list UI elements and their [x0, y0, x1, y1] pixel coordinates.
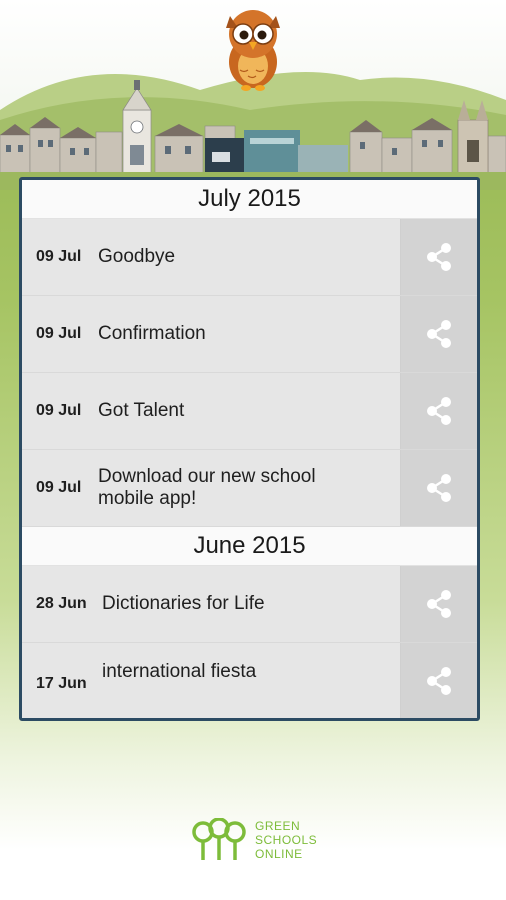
news-item-title: Goodbye — [98, 246, 176, 267]
news-item[interactable]: 09 Jul Got Talent — [22, 373, 477, 450]
month-header: July 2015 — [22, 180, 477, 219]
logo-text-line: GREEN — [255, 819, 301, 833]
share-button[interactable] — [400, 373, 477, 449]
news-item-content[interactable]: 09 Jul Goodbye — [22, 219, 400, 295]
share-button[interactable] — [400, 643, 477, 718]
news-list-panel: July 2015 09 Jul Goodbye 09 Jul Confirma… — [19, 177, 480, 721]
news-item-title: Dictionaries for Life — [102, 593, 265, 614]
news-item-content[interactable]: 09 Jul Got Talent — [22, 373, 400, 449]
news-item-title: Download our new school mobile app! — [98, 466, 316, 509]
month-header: June 2015 — [22, 527, 477, 566]
share-icon — [427, 474, 451, 502]
news-item[interactable]: 09 Jul Confirmation — [22, 296, 477, 373]
share-icon — [427, 397, 451, 425]
share-button[interactable] — [400, 450, 477, 526]
green-schools-online-logo: GREEN SCHOOLS ONLINE — [191, 818, 317, 862]
logo-text: GREEN SCHOOLS ONLINE — [255, 819, 317, 861]
news-item-date: 09 Jul — [36, 402, 82, 419]
news-item[interactable]: 17 Jun international fiesta — [22, 643, 477, 718]
share-icon — [427, 320, 451, 348]
news-item-date: 09 Jul — [36, 479, 82, 496]
news-item-content[interactable]: 17 Jun international fiesta — [22, 643, 400, 718]
news-item-date: 28 Jun — [36, 595, 87, 612]
share-icon — [427, 590, 451, 618]
share-icon — [427, 667, 451, 695]
news-item-date: 09 Jul — [36, 248, 82, 265]
news-item-content[interactable]: 28 Jun Dictionaries for Life — [22, 566, 400, 642]
news-item-date: 09 Jul — [36, 325, 82, 342]
news-item-content[interactable]: 09 Jul Download our new school mobile ap… — [22, 450, 400, 526]
share-icon — [427, 243, 451, 271]
news-item-title: international fiesta — [102, 661, 257, 682]
owl-mascot-icon — [226, 10, 280, 91]
tree-logo-icon — [192, 818, 246, 860]
news-item-content[interactable]: 09 Jul Confirmation — [22, 296, 400, 372]
news-item-title: Confirmation — [98, 323, 206, 344]
logo-text-line: ONLINE — [255, 847, 303, 861]
news-item-title: Got Talent — [98, 400, 185, 421]
share-button[interactable] — [400, 566, 477, 642]
news-item[interactable]: 09 Jul Download our new school mobile ap… — [22, 450, 477, 527]
share-button[interactable] — [400, 296, 477, 372]
news-item-date: 17 Jun — [36, 675, 87, 692]
logo-text-line: SCHOOLS — [255, 833, 318, 847]
news-item[interactable]: 28 Jun Dictionaries for Life — [22, 566, 477, 643]
news-item[interactable]: 09 Jul Goodbye — [22, 219, 477, 296]
share-button[interactable] — [400, 219, 477, 295]
